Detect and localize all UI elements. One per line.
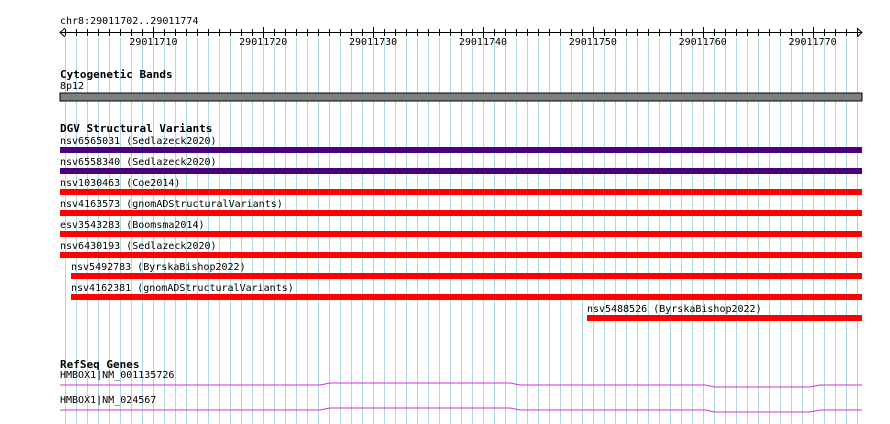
cytoband-track-title[interactable]: Cytogenetic Bands [60, 68, 173, 81]
sv-feature-label[interactable]: nsv6565031 (Sedlazeck2020) [60, 136, 217, 148]
sv-feature-label[interactable]: nsv5492783 (ByrskaBishop2022) [71, 262, 246, 274]
sv-feature-label[interactable]: nsv4162381 (gnomADStructuralVariants) [71, 283, 294, 295]
ruler-tick-label: 29011740 [459, 37, 507, 48]
sv-feature-label[interactable]: nsv5488526 (ByrskaBishop2022) [587, 304, 762, 316]
ruler-tick-label: 29011750 [569, 37, 617, 48]
ruler-tick-label: 29011710 [129, 37, 177, 48]
transcript-label[interactable]: HMBOX1|NM_001135726 [60, 370, 174, 382]
dgv-track-title[interactable]: DGV Structural Variants [60, 122, 212, 135]
sv-feature-label[interactable]: nsv1030463 (Coe2014) [60, 178, 180, 190]
ruler-tick-label: 29011730 [349, 37, 397, 48]
ruler-tick-label: 29011770 [788, 37, 836, 48]
cytoband-bar [59, 92, 863, 102]
ruler-range-label: chr8:29011702..29011774 [60, 16, 199, 27]
transcript-label[interactable]: HMBOX1|NM_024567 [60, 395, 156, 407]
sv-feature-label[interactable]: nsv6558340 (Sedlazeck2020) [60, 157, 217, 169]
cytoband-label: 8p12 [60, 81, 85, 92]
sv-feature-label[interactable]: esv3543283 (Boomsma2014) [60, 220, 205, 232]
sv-feature-label[interactable]: nsv4163573 (gnomADStructuralVariants) [60, 199, 283, 211]
ruler-tick-label: 29011760 [679, 37, 727, 48]
ruler-tick-label: 29011720 [239, 37, 287, 48]
sv-feature-label[interactable]: nsv6430193 (Sedlazeck2020) [60, 241, 217, 253]
